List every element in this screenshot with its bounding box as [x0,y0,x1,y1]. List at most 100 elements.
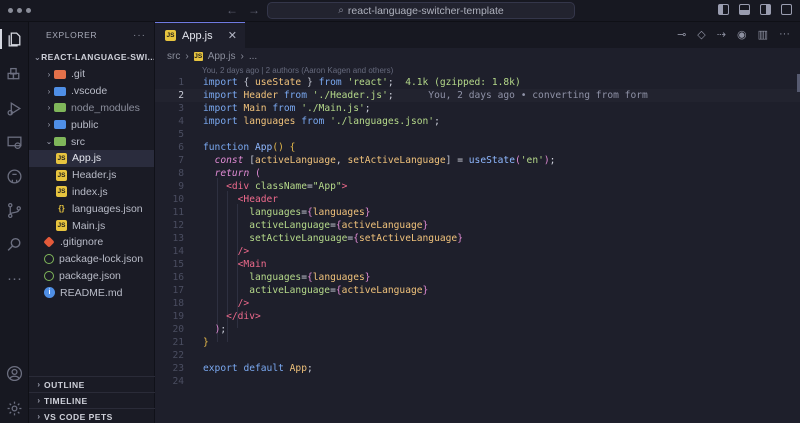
split-editor-icon[interactable]: ▥ [758,28,768,41]
customize-layout-icon[interactable] [781,4,792,15]
tree-item[interactable]: i README.md [29,284,154,301]
code-line: 18 /> [172,298,250,309]
extensions-store-icon[interactable] [0,62,29,88]
tree-item-label: package.json [59,269,121,282]
activity-bar: ··· [0,22,29,423]
search-icon[interactable] [0,231,29,257]
code-line: 22 [172,350,184,361]
explorer-more-icon[interactable]: ··· [133,30,146,41]
tree-item-label: package-lock.json [59,253,144,266]
tree-item-label: node_modules [71,101,140,114]
tree-item[interactable]: JS Header.js [29,167,154,184]
chevron-right-icon: › [47,120,51,130]
npm-file-icon [44,270,54,281]
command-center-text: react-language-switcher-template [347,4,504,17]
close-icon[interactable]: ✕ [228,29,237,42]
previous-change-icon[interactable]: ◇ [697,28,705,41]
tree-item[interactable]: .gitignore [29,234,154,251]
code-line: 12 activeLanguage={activeLanguage} [172,220,429,231]
tree-item[interactable]: JS App.js [29,149,154,167]
window-menu-dots[interactable] [8,8,31,13]
github-copilot-icon[interactable]: ◉ [737,28,747,41]
tree-item[interactable]: › public [29,116,154,133]
more-actions-icon[interactable]: ··· [779,28,790,41]
explorer-sidebar: EXPLORER ··· ⌄ REACT-LANGUAGE-SWI... › .g… [29,22,155,423]
git-compare-icon[interactable]: ⊸ [677,28,686,41]
toggle-secondary-sidebar-icon[interactable] [760,4,771,15]
back-arrow-icon[interactable]: ← [226,3,238,17]
workspace-root[interactable]: ⌄ REACT-LANGUAGE-SWI... [29,48,154,66]
tree-item[interactable]: ⌄ src [29,133,154,150]
tab-bar: JS App.js ✕ ⊸ ◇ ⇢ ◉ ▥ ··· [155,22,800,48]
breadcrumb: src › JS App.js › ... [155,48,800,64]
run-debug-icon[interactable] [0,95,29,121]
folder-icon [54,69,66,79]
breadcrumb-file[interactable]: App.js [208,51,236,62]
code-line: 24 [172,376,184,387]
chevron-right-icon: › [37,396,41,405]
tree-item[interactable]: JS index.js [29,184,154,201]
outline-label: OUTLINE [44,379,85,390]
tab-app-js[interactable]: JS App.js ✕ [155,22,245,48]
tree-item-label: Main.js [72,219,106,232]
toggle-primary-sidebar-icon[interactable] [718,4,729,15]
tree-item[interactable]: › node_modules [29,100,154,117]
file-tree: › .git › .vscode › node_modules › public ⌄ src JS A… [29,66,154,301]
tree-item-label: .vscode [71,85,108,98]
tree-item[interactable]: JS Main.js [29,217,154,234]
code-line: 11 languages={languages} [172,207,371,218]
tree-item[interactable]: package-lock.json [29,251,154,268]
code-line: 5 [178,129,184,140]
tree-item-label: src [71,135,85,148]
folder-icon [54,137,66,147]
breadcrumb-symbol[interactable]: ... [249,51,257,62]
explorer-title: EXPLORER [46,30,98,40]
tree-item[interactable]: {} languages.json [29,200,154,217]
code-line: 20 ); [172,324,227,335]
code-line: 16 languages={languages} [172,272,371,283]
chevron-right-icon: › [47,86,51,96]
codelens-blame[interactable]: You, 2 days ago | 2 authors (Aaron Kagen… [202,66,393,75]
tree-item-label: Header.js [72,169,117,182]
chevron-right-icon: › [37,380,41,389]
breadcrumb-src[interactable]: src [167,51,180,62]
tree-item-label: App.js [72,152,102,165]
remote-explorer-icon[interactable] [0,129,29,155]
toggle-panel-icon[interactable] [739,4,750,15]
outline-section[interactable]: › OUTLINE [29,376,155,392]
explorer-icon[interactable] [0,26,29,52]
chevron-down-icon: ⌄ [34,52,42,62]
code-line: 1 import { useState } from 'react'; 4.1k … [178,77,521,88]
js-file-icon: JS [56,220,67,232]
source-control-icon[interactable] [0,197,29,223]
tree-item-label: public [71,118,99,131]
editor-area: JS App.js ✕ ⊸ ◇ ⇢ ◉ ▥ ··· src › JS App.j… [155,22,800,423]
more-icon[interactable]: ··· [0,265,29,291]
tab-label: App.js [182,29,213,42]
folder-icon [54,120,66,130]
timeline-section[interactable]: › TIMELINE [29,392,155,408]
github-icon[interactable] [0,163,29,189]
navigation-arrows: ← → [226,3,260,17]
settings-gear-icon[interactable] [0,395,29,421]
next-change-icon[interactable]: ⇢ [717,28,726,41]
code-line: 10 <Header [172,194,279,205]
js-file-icon: JS [193,51,203,61]
tree-item[interactable]: › .git [29,66,154,83]
chevron-down-icon: ⌄ [45,137,53,147]
vscode-pets-section[interactable]: › VS CODE PETS [29,408,155,423]
account-icon[interactable] [0,360,29,386]
tree-item-label: index.js [72,185,108,198]
title-bar: ← → ⌕ react-language-switcher-template [0,0,800,22]
tree-item[interactable]: package.json [29,268,154,285]
layout-controls [718,4,792,15]
tree-item[interactable]: › .vscode [29,83,154,100]
forward-arrow-icon[interactable]: → [248,3,260,17]
code-line: 6 function App() { [178,142,296,153]
command-center-search[interactable]: ⌕ react-language-switcher-template [267,2,575,19]
code-line: 23 export default App; [172,363,313,374]
search-icon: ⌕ [338,5,344,16]
editor-actions: ⊸ ◇ ⇢ ◉ ▥ ··· [677,28,790,41]
chevron-right-icon: › [240,50,244,62]
chevron-right-icon: › [47,103,51,113]
